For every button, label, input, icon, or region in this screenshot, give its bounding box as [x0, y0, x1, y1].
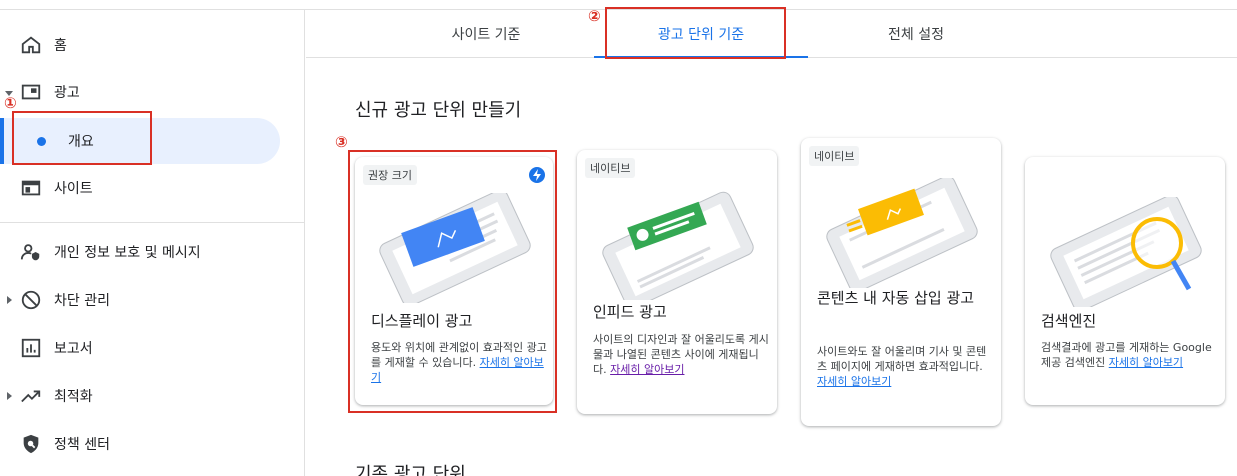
sidebar-item-label: 홈: [54, 38, 67, 54]
bolt-icon: [529, 167, 545, 183]
infeed-ad-card[interactable]: 네이티브 인피드 광고 사이트의 디자인과 잘 어울리도록 게시물과 나열된 콘…: [577, 150, 777, 414]
sidebar-item-label: 최적화: [54, 389, 93, 405]
learn-more-link[interactable]: 자세히 알아보기: [1109, 356, 1183, 369]
learn-more-link[interactable]: 자세히 알아보기: [817, 375, 891, 388]
recommended-size-chip: 권장 크기: [363, 165, 417, 185]
sidebar-item-reports[interactable]: 보고서: [0, 326, 300, 370]
site-icon: [21, 180, 41, 196]
search-engine-card[interactable]: 검색엔진 검색결과에 광고를 게재하는 Google 제공 검색엔진 자세히 알…: [1025, 157, 1225, 405]
search-engine-illustration: [1050, 197, 1202, 307]
sidebar-item-sites[interactable]: 사이트: [0, 166, 300, 210]
card-title: 디스플레이 광고: [371, 312, 473, 330]
card-title: 인피드 광고: [593, 303, 667, 321]
learn-more-link[interactable]: 자세히 알아보기: [610, 363, 684, 376]
sidebar-item-optimization[interactable]: 최적화: [0, 374, 300, 418]
block-icon: [21, 290, 41, 310]
sidebar-item-home[interactable]: 홈: [0, 23, 300, 67]
home-icon: [21, 36, 41, 54]
inarticle-ad-card[interactable]: 네이티브 콘텐츠 내 자동 삽입 광고 사이트와도 잘 어울리며 기사 및 콘텐…: [801, 138, 1001, 426]
card-description: 검색결과에 광고를 게재하는 Google 제공 검색엔진 자세히 알아보기: [1041, 340, 1219, 370]
sidebar-item-ads[interactable]: 광고: [0, 70, 300, 114]
sidebar-divider: [0, 222, 305, 223]
policy-icon: [23, 434, 39, 454]
active-indicator: [0, 118, 4, 164]
sidebar-item-label: 개요: [68, 134, 94, 150]
trending-icon: [21, 390, 41, 403]
new-ad-unit-heading: 신규 광고 단위 만들기: [355, 100, 522, 121]
dot-icon: [37, 137, 46, 146]
tab-bar: 사이트 기준 광고 단위 기준 전체 설정: [306, 10, 1237, 58]
tab-global-settings[interactable]: 전체 설정: [816, 10, 1016, 57]
sidebar-item-privacy[interactable]: 개인 정보 보호 및 메시지: [0, 230, 300, 274]
ad-icon: [21, 84, 41, 100]
native-chip: 네이티브: [809, 146, 860, 166]
privacy-icon: [20, 244, 40, 261]
tab-by-ad-unit[interactable]: 광고 단위 기준: [594, 10, 808, 58]
native-chip: 네이티브: [585, 158, 636, 178]
sidebar-item-label: 광고: [54, 85, 80, 101]
sidebar-item-label: 보고서: [54, 341, 93, 357]
sidebar-item-label: 차단 관리: [54, 293, 110, 309]
sidebar-item-policy[interactable]: 정책 센터: [0, 422, 300, 466]
sidebar-item-overview[interactable]: 개요: [0, 118, 280, 164]
existing-ad-unit-heading: 기존 광고 단위: [355, 464, 466, 476]
display-ad-illustration: [379, 193, 531, 303]
card-description: 용도와 위치에 관계없이 효과적인 광고를 게재할 수 있습니다. 자세히 알아…: [371, 340, 551, 385]
report-icon: [21, 338, 41, 358]
sidebar-item-label: 개인 정보 보호 및 메시지: [54, 245, 201, 261]
card-description: 사이트와도 잘 어울리며 기사 및 콘텐츠 페이지에 게재하면 효과적입니다. …: [817, 344, 995, 389]
card-desc-text: 사이트와도 잘 어울리며 기사 및 콘텐츠 페이지에 게재하면 효과적입니다.: [817, 345, 987, 373]
card-title: 검색엔진: [1041, 312, 1097, 330]
inarticle-ad-illustration: [826, 178, 978, 288]
infeed-ad-illustration: [602, 191, 754, 300]
tab-by-site[interactable]: 사이트 기준: [386, 10, 586, 57]
expand-arrow-icon: [7, 296, 12, 304]
annotation-marker-3: ③: [335, 133, 348, 151]
sidebar: 홈 광고 개요 사이트 개인 정보 보호 및 메시지 차단 관리 보고서 최적화…: [0, 10, 305, 476]
display-ad-card[interactable]: 권장 크기 디스플레이 광고 용도와 위치에 관계없이 효과적인 광고를 게재할…: [355, 157, 553, 405]
annotation-marker-1: ①: [4, 94, 17, 112]
sidebar-item-label: 사이트: [54, 181, 93, 197]
expand-arrow-icon: [7, 392, 12, 400]
sidebar-item-blocking[interactable]: 차단 관리: [0, 278, 300, 322]
card-title: 콘텐츠 내 자동 삽입 광고: [817, 289, 975, 307]
annotation-marker-2: ②: [588, 7, 601, 25]
sidebar-item-label: 정책 센터: [54, 437, 110, 453]
card-description: 사이트의 디자인과 잘 어울리도록 게시물과 나열된 콘텐츠 사이에 게재됩니다…: [593, 332, 769, 377]
